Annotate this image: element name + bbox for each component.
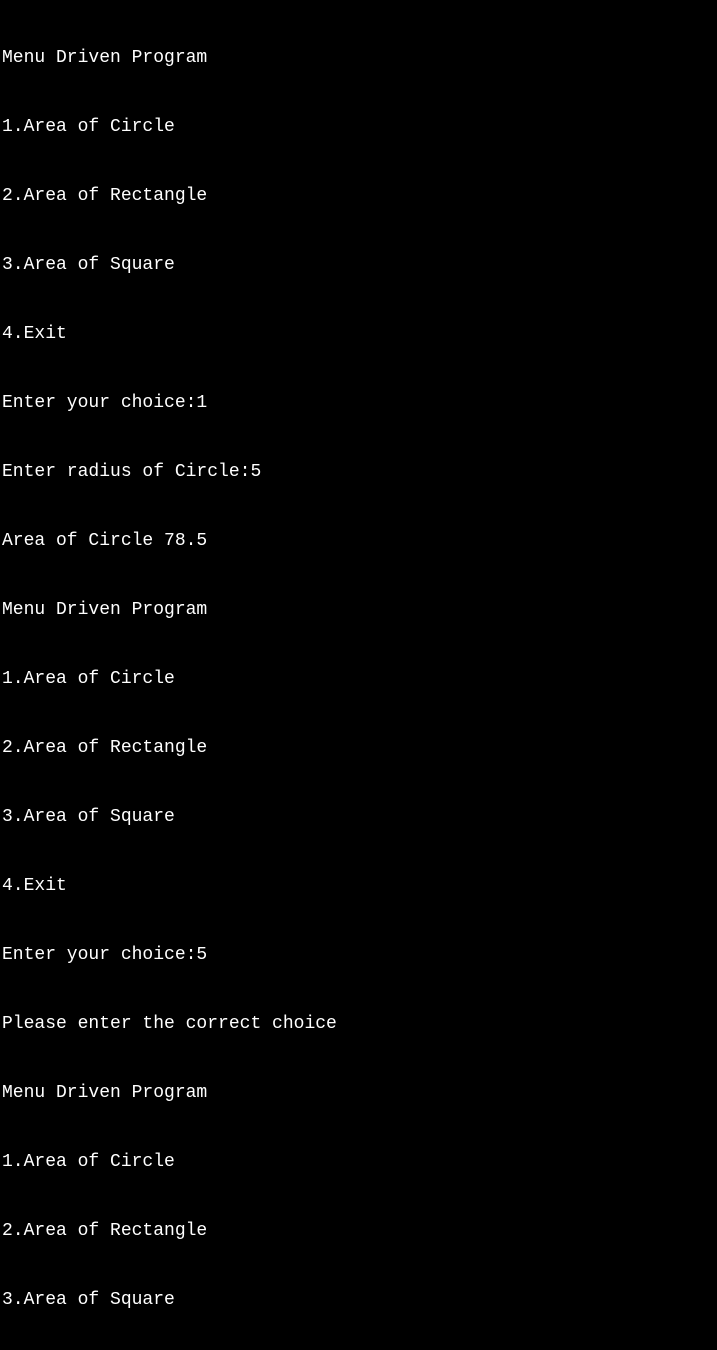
output-line: 1.Area of Circle [2,668,715,691]
output-line: 4.Exit [2,323,715,346]
output-line: Menu Driven Program [2,47,715,70]
output-line: 2.Area of Rectangle [2,185,715,208]
output-line: Enter your choice:5 [2,944,715,967]
output-line: 3.Area of Square [2,806,715,829]
output-line: 2.Area of Rectangle [2,1220,715,1243]
output-line: Menu Driven Program [2,599,715,622]
output-line: 3.Area of Square [2,1289,715,1312]
output-line: Menu Driven Program [2,1082,715,1105]
output-line: Enter your choice:1 [2,392,715,415]
output-line: 4.Exit [2,875,715,898]
output-line: 1.Area of Circle [2,116,715,139]
output-line: 1.Area of Circle [2,1151,715,1174]
output-line: Area of Circle 78.5 [2,530,715,553]
output-line: Enter radius of Circle:5 [2,461,715,484]
terminal-window[interactable]: Menu Driven Program 1.Area of Circle 2.A… [0,0,717,1350]
output-line: Please enter the correct choice [2,1013,715,1036]
output-line: 2.Area of Rectangle [2,737,715,760]
output-line: 3.Area of Square [2,254,715,277]
